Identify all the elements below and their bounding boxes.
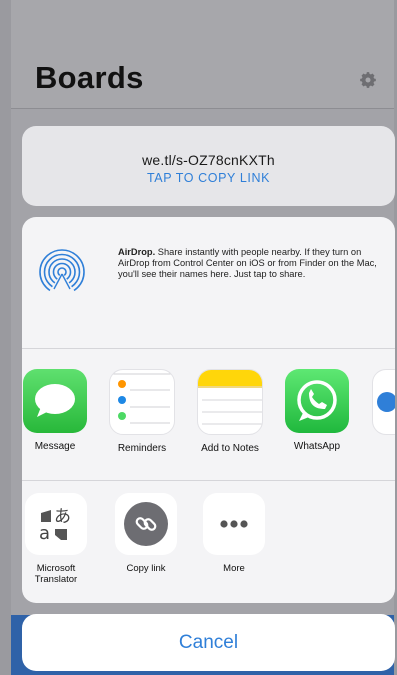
action-microsoft-translator[interactable]: あ a Microsoft Translator bbox=[22, 493, 96, 585]
action-more[interactable]: More bbox=[194, 493, 274, 574]
airdrop-title: AirDrop. bbox=[118, 247, 156, 257]
svg-text:a: a bbox=[39, 523, 50, 544]
airdrop-section: AirDrop. Share instantly with people nea… bbox=[22, 217, 395, 348]
share-app-partial[interactable]: M bbox=[365, 369, 395, 454]
share-link-card[interactable]: we.tl/s-OZ78cnKXTh TAP TO COPY LINK bbox=[22, 126, 395, 206]
share-apps-row: Message Reminders Add to Notes WhatsApp bbox=[22, 349, 395, 480]
share-app-whatsapp[interactable]: WhatsApp bbox=[277, 369, 357, 452]
action-label: More bbox=[223, 563, 245, 574]
share-app-message[interactable]: Message bbox=[22, 369, 95, 452]
cancel-button[interactable]: Cancel bbox=[22, 614, 395, 671]
page-title: Boards bbox=[35, 60, 144, 95]
share-url: we.tl/s-OZ78cnKXTh bbox=[142, 152, 275, 168]
app-label: Message bbox=[34, 441, 76, 452]
airdrop-icon[interactable] bbox=[39, 249, 85, 295]
link-icon bbox=[115, 493, 177, 555]
app-label: WhatsApp bbox=[293, 441, 341, 452]
gear-icon[interactable] bbox=[358, 70, 378, 90]
airdrop-body: Share instantly with people nearby. If t… bbox=[118, 247, 377, 280]
share-app-notes[interactable]: Add to Notes bbox=[190, 369, 270, 454]
share-app-reminders[interactable]: Reminders bbox=[102, 369, 182, 454]
app-label: Reminders bbox=[117, 443, 167, 454]
translator-icon: あ a bbox=[25, 493, 87, 555]
app-label: Add to Notes bbox=[201, 443, 259, 454]
message-icon bbox=[23, 369, 87, 433]
action-copy-link[interactable]: Copy link bbox=[106, 493, 186, 574]
app-label: M bbox=[365, 443, 395, 454]
whatsapp-icon bbox=[285, 369, 349, 433]
svg-text:あ: あ bbox=[54, 507, 71, 527]
notes-icon bbox=[197, 369, 263, 435]
share-sheet: AirDrop. Share instantly with people nea… bbox=[22, 217, 395, 603]
action-label: Copy link bbox=[126, 563, 166, 574]
share-actions-row: あ a Microsoft Translator Copy link More bbox=[22, 481, 395, 603]
action-label: Microsoft Translator bbox=[34, 563, 78, 585]
reminders-icon bbox=[109, 369, 175, 435]
airdrop-description: AirDrop. Share instantly with people nea… bbox=[118, 247, 378, 281]
tap-to-copy-link[interactable]: TAP TO COPY LINK bbox=[22, 171, 395, 185]
mail-icon bbox=[372, 369, 395, 435]
more-icon bbox=[203, 493, 265, 555]
app-header: Boards bbox=[11, 0, 394, 109]
